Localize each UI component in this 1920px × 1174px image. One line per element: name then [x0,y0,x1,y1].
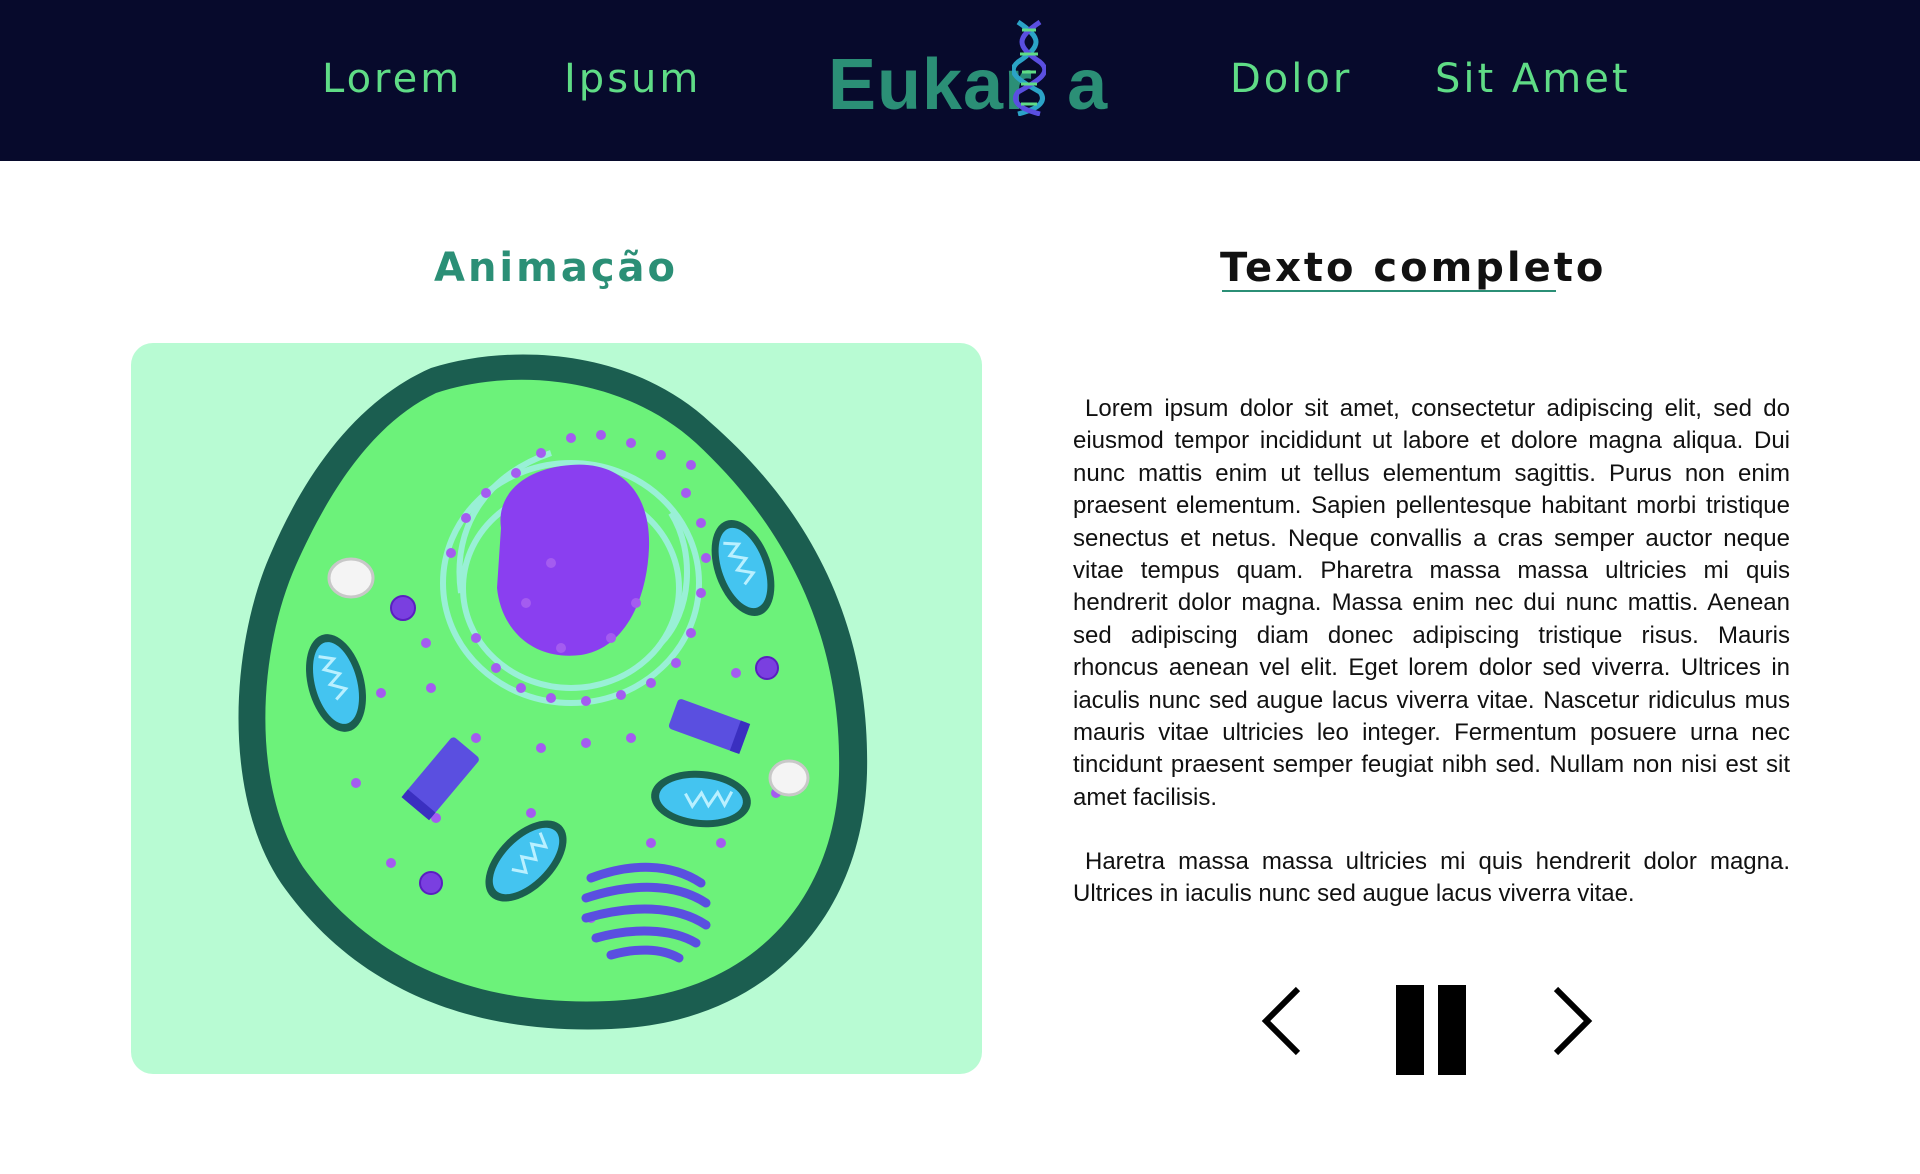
animal-cell-illustration [238,354,868,1030]
nav-link-sit-amet[interactable]: Sit Amet [1435,56,1631,102]
animation-panel[interactable] [131,343,982,1074]
nav-link-ipsum[interactable]: Ipsum [564,56,701,102]
chevron-left-icon[interactable] [1258,985,1306,1057]
chevron-right-icon[interactable] [1548,985,1596,1057]
logo[interactable]: Eukar a [828,18,1107,125]
dna-helix-icon [1012,20,1046,116]
nav-link-lorem[interactable]: Lorem [322,56,462,102]
title-underline [1222,290,1556,292]
logo-wordmark-start: Eukar [828,45,1034,125]
top-navbar: Lorem Ipsum Eukar a Dolor Sit Amet [0,0,1920,161]
full-text-title: Texto completo [1220,245,1607,291]
nav-link-dolor[interactable]: Dolor [1230,56,1352,102]
animation-title: Animação [434,245,678,291]
logo-wordmark: Eukar a [828,44,1108,126]
pause-icon[interactable] [1396,985,1468,1075]
paragraph-1: Lorem ipsum dolor sit amet, consectetur … [1073,395,1790,811]
paragraph-2: Haretra massa massa ultricies mi quis he… [1073,848,1790,908]
logo-wordmark-end: a [1067,45,1109,125]
